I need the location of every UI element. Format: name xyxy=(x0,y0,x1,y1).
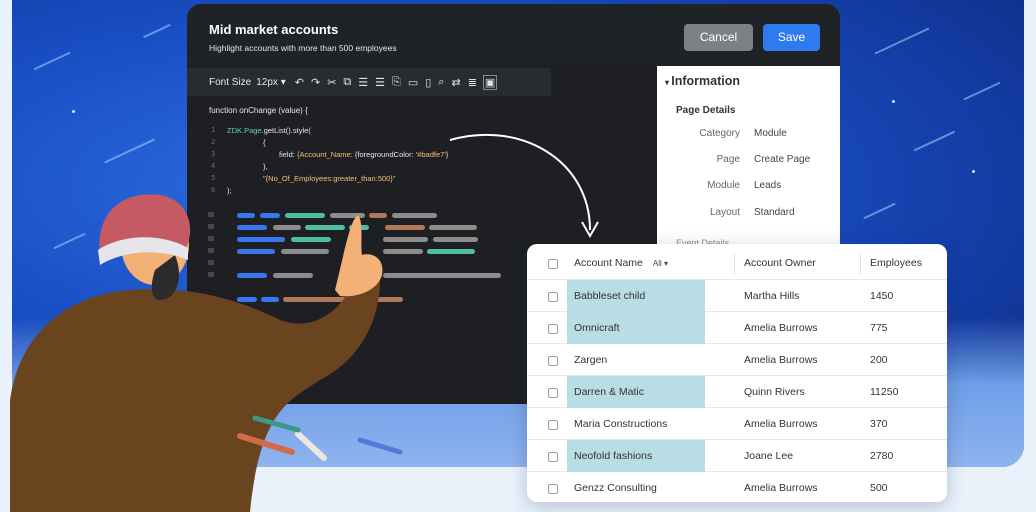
information-heading[interactable]: ▾ Information xyxy=(665,74,740,88)
account-name-cell[interactable]: Darren & Matic xyxy=(567,376,705,408)
account-owner-cell: Martha Hills xyxy=(744,290,800,302)
account-owner-header[interactable]: Account Owner xyxy=(744,247,816,279)
account-name-cell[interactable]: Zargen xyxy=(567,344,705,376)
employees-cell: 370 xyxy=(870,418,888,430)
crayon xyxy=(357,437,403,455)
table-row[interactable]: Darren & Matic Quinn Rivers 11250 xyxy=(527,376,947,408)
column-divider xyxy=(734,253,735,275)
account-name-cell[interactable]: Maria Constructions xyxy=(567,408,705,440)
crayon xyxy=(295,431,327,461)
table-row[interactable]: Neofold fashions Joane Lee 2780 xyxy=(527,440,947,472)
account-name-cell[interactable]: Neofold fashions xyxy=(567,440,705,472)
account-owner-cell: Joane Lee xyxy=(744,450,794,462)
row-checkbox[interactable] xyxy=(548,452,558,462)
employees-cell: 1450 xyxy=(870,290,894,302)
table-header: Account Name All ▾ Account Owner Employee… xyxy=(527,247,947,280)
employees-cell: 200 xyxy=(870,354,888,366)
account-name-cell[interactable]: Genzz Consulting xyxy=(567,472,705,502)
employees-cell: 500 xyxy=(870,482,888,494)
table-row[interactable]: Babbleset child Martha Hills 1450 xyxy=(527,280,947,312)
filter-dropdown[interactable]: All ▾ xyxy=(653,259,668,268)
accounts-table: Account Name All ▾ Account Owner Employee… xyxy=(527,244,947,502)
account-owner-cell: Quinn Rivers xyxy=(744,386,805,398)
account-name-cell[interactable]: Omnicraft xyxy=(567,312,705,344)
employees-cell: 2780 xyxy=(870,450,894,462)
information-panel: ▾ Information Page Details Category Modul… xyxy=(657,66,840,262)
employees-header[interactable]: Employees xyxy=(870,247,922,279)
table-row[interactable]: Maria Constructions Amelia Burrows 370 xyxy=(527,408,947,440)
row-checkbox[interactable] xyxy=(548,324,558,334)
column-divider xyxy=(860,253,861,275)
table-row[interactable]: Zargen Amelia Burrows 200 xyxy=(527,344,947,376)
curved-arrow xyxy=(449,133,591,231)
account-owner-cell: Amelia Burrows xyxy=(744,354,818,366)
account-owner-cell: Amelia Burrows xyxy=(744,482,818,494)
row-checkbox[interactable] xyxy=(548,388,558,398)
employees-cell: 775 xyxy=(870,322,888,334)
person-sweater xyxy=(10,275,380,512)
account-name-header[interactable]: Account Name All ▾ xyxy=(567,247,705,279)
select-all-checkbox[interactable] xyxy=(548,259,558,269)
account-owner-cell: Amelia Burrows xyxy=(744,322,818,334)
account-name-cell[interactable]: Babbleset child xyxy=(567,280,705,312)
row-checkbox[interactable] xyxy=(548,292,558,302)
row-checkbox[interactable] xyxy=(548,356,558,366)
table-row[interactable]: Omnicraft Amelia Burrows 775 xyxy=(527,312,947,344)
employees-cell: 11250 xyxy=(870,386,899,398)
pointing-hand xyxy=(335,215,383,297)
page-details-heading: Page Details xyxy=(676,105,736,116)
row-checkbox[interactable] xyxy=(548,420,558,430)
account-owner-cell: Amelia Burrows xyxy=(744,418,818,430)
row-checkbox[interactable] xyxy=(548,484,558,494)
table-row[interactable]: Genzz Consulting Amelia Burrows 500 xyxy=(527,472,947,502)
